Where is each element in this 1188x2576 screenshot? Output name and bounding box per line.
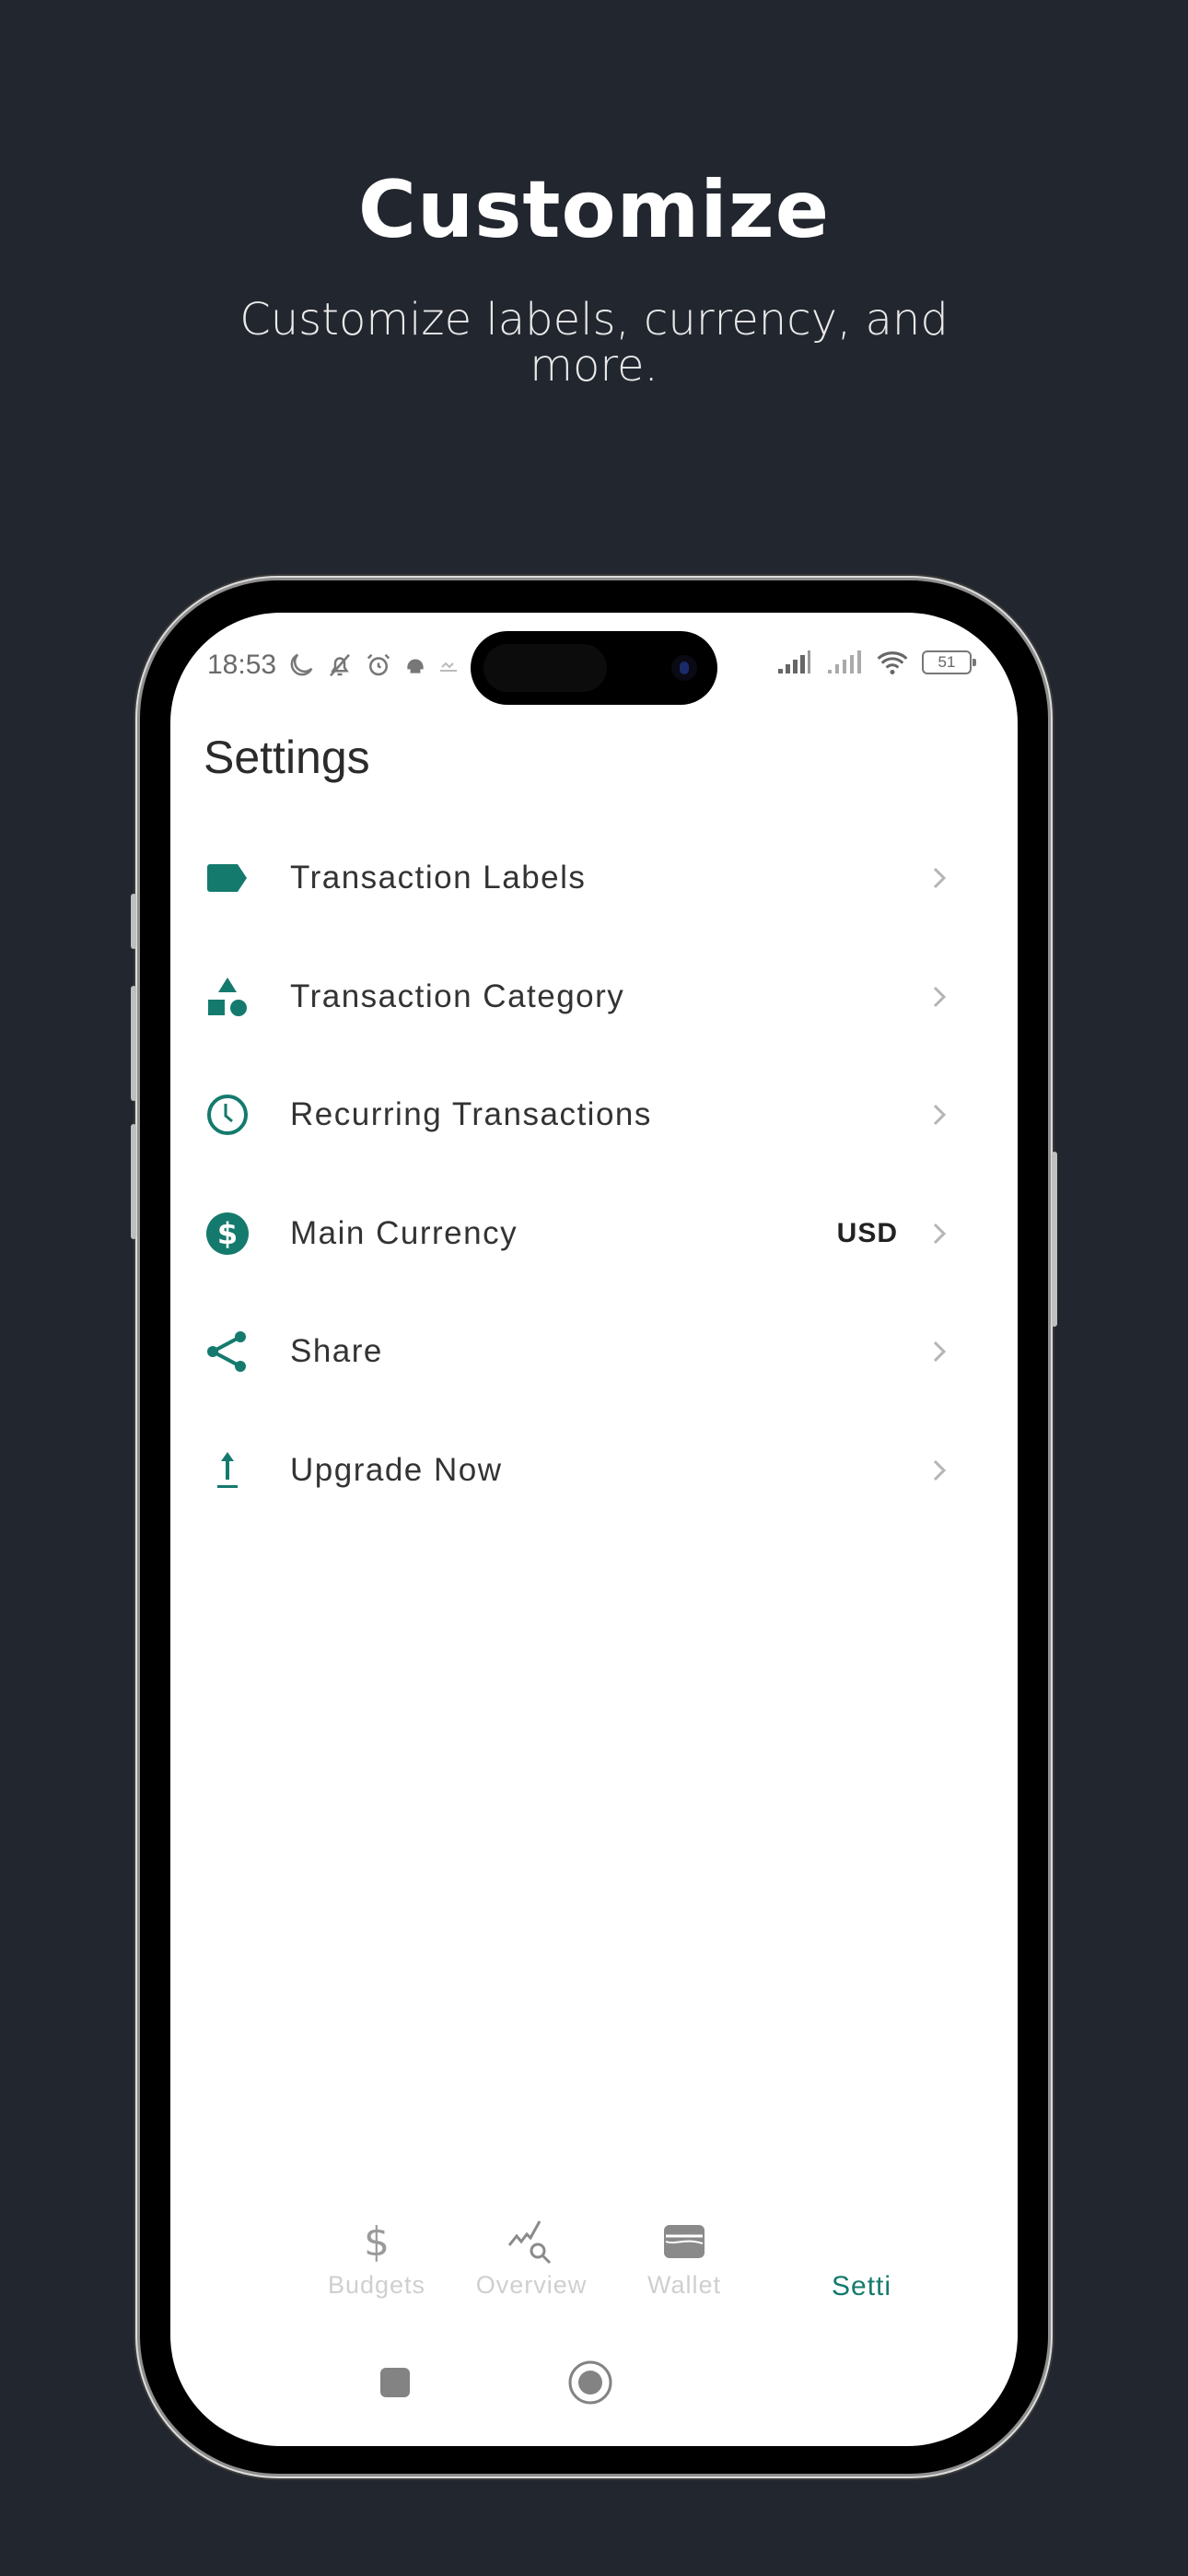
settings-item-label: Share (290, 1333, 383, 1370)
chevron-right-icon (926, 1220, 953, 1247)
nav-tab-wallet[interactable]: Wallet (620, 2216, 749, 2300)
chevron-right-icon (926, 1338, 953, 1365)
nav-tab-budgets[interactable]: $ Budgets (312, 2216, 441, 2300)
system-nav-bar (170, 2354, 1018, 2409)
battery-level: 51 (938, 653, 956, 671)
settings-item-share[interactable]: Share (170, 1293, 1018, 1411)
settings-item-label: Upgrade Now (290, 1451, 503, 1488)
nav-label: Overview (475, 2271, 588, 2299)
phone-volume-up-button (131, 986, 136, 1101)
phone-screen: 18:53 51 Settings Transaction Labels Tra… (170, 613, 1018, 2446)
home-button[interactable] (567, 2359, 613, 2410)
phone-volume-down-button (131, 1124, 136, 1239)
bottom-nav: $ Budgets Overview Wallet Setti (170, 2216, 1018, 2317)
helmet-icon (407, 659, 424, 673)
settings-item-upgrade-now[interactable]: Upgrade Now (170, 1411, 1018, 1530)
phone-action-button (131, 894, 136, 949)
nav-label: Budgets (327, 2271, 426, 2299)
nav-label: Setti (832, 2271, 892, 2301)
settings-item-recurring-transactions[interactable]: Recurring Transactions (170, 1056, 1018, 1175)
status-bar: 18:53 51 (207, 650, 981, 696)
chevron-right-icon (926, 983, 953, 1011)
hero-title: Customize (357, 164, 831, 256)
settings-item-main-currency[interactable]: $ Main Currency USD (170, 1175, 1018, 1294)
status-time: 18:53 (207, 650, 277, 680)
svg-text:$: $ (364, 2219, 390, 2265)
nav-label: Wallet (646, 2271, 721, 2299)
dollar-circle-icon: $ (205, 1212, 250, 1256)
home-circle-icon (568, 2360, 612, 2405)
chevron-right-icon (926, 1457, 953, 1484)
battery-icon: 51 (922, 650, 976, 674)
recents-square-icon (380, 2368, 410, 2397)
chevron-right-icon (926, 864, 953, 892)
settings-item-label: Transaction Category (290, 978, 625, 1014)
settings-item-label: Transaction Labels (290, 860, 587, 896)
upgrade-arrow-icon (205, 1448, 250, 1493)
nav-tab-settings[interactable]: Setti (778, 2216, 926, 2302)
wallet-icon (664, 2225, 705, 2258)
alarm-icon (367, 653, 390, 676)
label-icon (205, 856, 250, 900)
settings-item-label: Recurring Transactions (290, 1096, 652, 1133)
nav-tab-overview[interactable]: Overview (467, 2216, 596, 2300)
category-shapes-icon (205, 975, 250, 1019)
page-title: Settings (204, 732, 370, 783)
dollar-icon: $ (364, 2219, 390, 2265)
chevron-right-icon (926, 1101, 953, 1129)
share-icon (205, 1329, 250, 1374)
settings-item-transaction-category[interactable]: Transaction Category (170, 938, 1018, 1057)
settings-item-label: Main Currency (290, 1214, 518, 1251)
signal-icon (778, 650, 810, 673)
clock-icon (205, 1093, 250, 1137)
hero-subtitle: Customize labels, currency, and more. (239, 294, 949, 392)
settings-item-transaction-labels[interactable]: Transaction Labels (170, 819, 1018, 938)
chart-search-icon (507, 2220, 552, 2265)
settings-icon (778, 2216, 926, 2267)
signal-weak-icon (828, 650, 861, 673)
settings-list: Transaction Labels Transaction Category … (170, 819, 1018, 1529)
phone-power-button (1052, 1152, 1057, 1327)
recents-button[interactable] (379, 2367, 411, 2403)
phone-frame: 18:53 51 Settings Transaction Labels Tra… (131, 580, 1057, 2474)
bell-off-icon (330, 653, 351, 677)
moon-icon (290, 653, 313, 676)
svg-text:$: $ (217, 1216, 238, 1251)
data-speed-icon (440, 662, 458, 672)
currency-value: USD (836, 1217, 898, 1248)
wifi-icon (877, 651, 908, 675)
